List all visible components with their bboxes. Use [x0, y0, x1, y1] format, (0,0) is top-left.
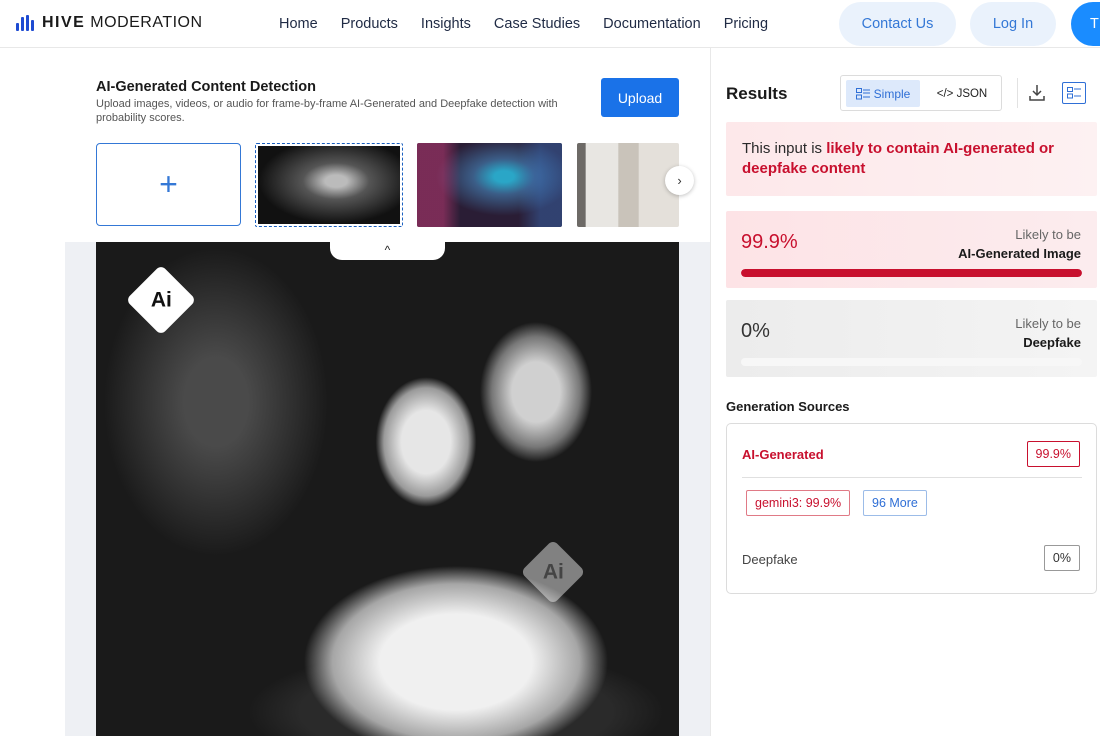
list-icon [855, 87, 870, 99]
top-nav: HIVE MODERATION Home Products Insights C… [0, 0, 1100, 48]
toolbar-separator [1017, 78, 1018, 108]
ai-generated-likely: Likely to be AI-Generated Image [958, 227, 1081, 261]
thumbnail-selected[interactable] [255, 143, 403, 227]
generation-sources-box: AI-Generated 99.9% gemini3: 99.9% 96 Mor… [726, 423, 1097, 594]
deepfake-bar [741, 358, 1082, 366]
simple-view-tab[interactable]: Simple [846, 80, 920, 107]
nav-links: Home Products Insights Case Studies Docu… [279, 0, 768, 48]
page-title: AI-Generated Content Detection [96, 79, 316, 95]
nav-case-studies[interactable]: Case Studies [494, 16, 580, 32]
trial-button[interactable]: T [1071, 2, 1100, 46]
results-title: Results [726, 84, 788, 103]
hive-logo-icon [16, 15, 34, 31]
deepfake-score-card: 0% Likely to be Deepfake [726, 300, 1097, 377]
panel-divider [710, 48, 711, 736]
nav-insights[interactable]: Insights [421, 16, 471, 32]
nav-documentation[interactable]: Documentation [603, 16, 701, 32]
collapse-thumbnails-button[interactable]: ^ [330, 240, 445, 260]
nav-home[interactable]: Home [279, 16, 318, 32]
deepfake-likely: Likely to be Deepfake [1015, 316, 1081, 350]
add-media-button[interactable]: + [96, 143, 241, 226]
thumbnail-image [258, 146, 400, 224]
thumbnail-3[interactable] [577, 143, 679, 227]
contact-us-button[interactable]: Contact Us [839, 2, 956, 46]
source-ai-label: AI-Generated [742, 447, 824, 462]
view-toggle: Simple </> JSON [840, 75, 1002, 111]
ai-generated-percent: 99.9% [741, 231, 798, 253]
ai-generated-bar [741, 269, 1082, 277]
download-icon[interactable] [1029, 84, 1045, 102]
verdict-banner: This input is likely to contain AI-gener… [726, 122, 1097, 196]
source-deepfake-value: 0% [1043, 545, 1080, 571]
thumbnail-2[interactable] [417, 143, 562, 227]
plus-icon: + [159, 166, 178, 202]
brand-name: HIVE MODERATION [42, 14, 203, 31]
preview-image [96, 242, 679, 736]
json-view-tab[interactable]: </> JSON [927, 80, 997, 107]
nav-products[interactable]: Products [341, 16, 398, 32]
hive-logo[interactable]: HIVE MODERATION [16, 14, 203, 32]
ai-generated-bar-fill [741, 269, 1082, 277]
page-description: Upload images, videos, or audio for fram… [96, 98, 558, 124]
generation-sources-title: Generation Sources [726, 399, 850, 414]
ai-generated-score-card: 99.9% Likely to be AI-Generated Image [726, 211, 1097, 288]
deepfake-percent: 0% [741, 320, 770, 342]
chevron-right-icon[interactable]: › [665, 166, 694, 195]
source-deepfake-label: Deepfake [742, 552, 798, 567]
source-ai-value: 99.9% [1026, 441, 1080, 467]
upload-button[interactable]: Upload [601, 78, 679, 117]
layout-icon[interactable] [1062, 82, 1086, 104]
model-chip[interactable]: gemini3: 99.9% [746, 490, 851, 516]
chevron-up-icon: ^ [384, 243, 391, 257]
divider [742, 477, 1082, 478]
more-models-chip[interactable]: 96 More [863, 490, 927, 516]
nav-pricing[interactable]: Pricing [724, 16, 768, 32]
log-in-button[interactable]: Log In [970, 2, 1056, 46]
